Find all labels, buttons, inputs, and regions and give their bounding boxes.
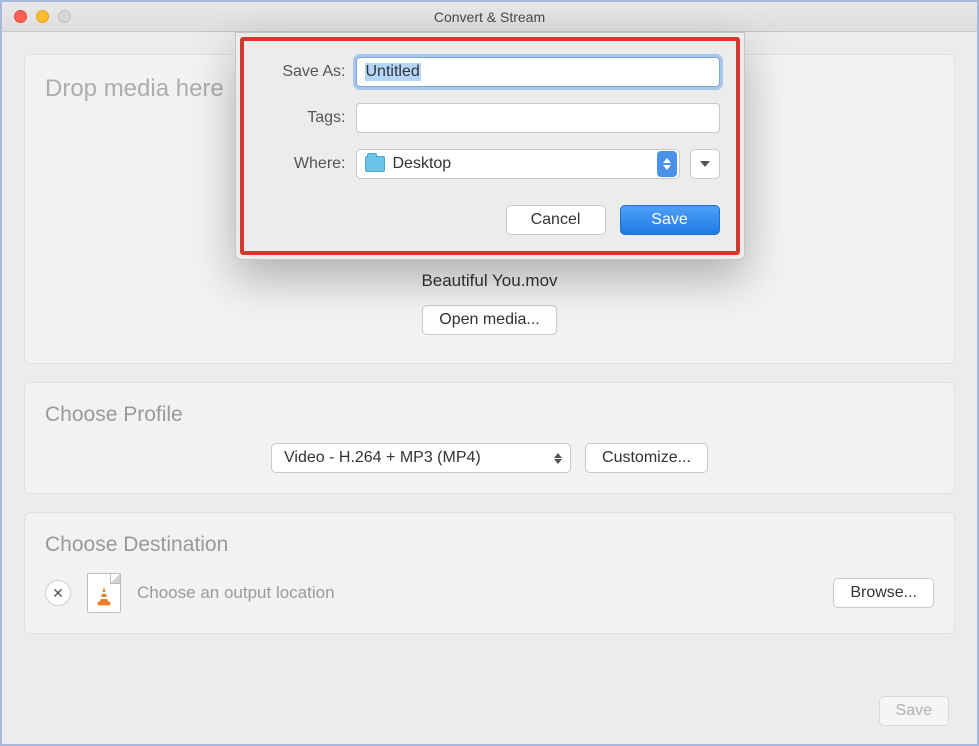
profile-select-value: Video - H.264 + MP3 (MP4) <box>284 449 481 467</box>
window-footer: Save <box>2 686 977 744</box>
window-title: Convert & Stream <box>434 9 545 25</box>
choose-profile-title: Choose Profile <box>45 403 934 427</box>
where-select[interactable]: Desktop <box>356 149 680 179</box>
sheet-footer: Cancel Save <box>260 205 720 235</box>
folder-icon <box>365 156 385 172</box>
choose-destination-title: Choose Destination <box>45 533 934 557</box>
clear-destination-button[interactable]: ✕ <box>45 580 71 606</box>
save-as-input[interactable]: Untitled <box>356 57 720 87</box>
destination-row: ✕ Choose an output location Browse... <box>45 573 934 613</box>
profile-select-wrap: Video - H.264 + MP3 (MP4) <box>271 443 571 473</box>
save-button: Save <box>879 696 949 726</box>
expand-save-dialog-button[interactable] <box>690 149 720 179</box>
open-media-button[interactable]: Open media... <box>422 305 557 335</box>
save-sheet-dialog: Save As: Untitled Tags: Where: Desktop <box>235 32 745 260</box>
customize-button[interactable]: Customize... <box>585 443 708 473</box>
profile-row: Video - H.264 + MP3 (MP4) Customize... <box>45 443 934 473</box>
tags-row: Tags: <box>260 103 720 133</box>
tags-label: Tags: <box>260 109 346 127</box>
where-value: Desktop <box>393 155 649 173</box>
stepper-arrows-icon <box>657 151 677 177</box>
minimize-window-button[interactable] <box>36 10 49 23</box>
save-as-value: Untitled <box>365 63 421 81</box>
where-row: Where: Desktop <box>260 149 720 179</box>
cancel-button[interactable]: Cancel <box>506 205 606 235</box>
titlebar: Convert & Stream <box>2 2 977 32</box>
tags-input[interactable] <box>356 103 720 133</box>
save-sheet-overlay: Save As: Untitled Tags: Where: Desktop <box>2 32 977 260</box>
traffic-lights <box>14 10 71 23</box>
profile-select[interactable]: Video - H.264 + MP3 (MP4) <box>271 443 571 473</box>
choose-profile-panel: Choose Profile Video - H.264 + MP3 (MP4)… <box>24 382 955 494</box>
vlc-file-icon <box>87 573 121 613</box>
save-as-label: Save As: <box>260 63 346 81</box>
browse-button[interactable]: Browse... <box>833 578 934 608</box>
close-window-button[interactable] <box>14 10 27 23</box>
destination-placeholder: Choose an output location <box>137 583 335 603</box>
convert-stream-window: Convert & Stream Drop media here Beautif… <box>2 2 977 744</box>
media-filename: Beautiful You.mov <box>421 271 557 291</box>
choose-destination-panel: Choose Destination ✕ Choose an output lo… <box>24 512 955 634</box>
sheet-save-button[interactable]: Save <box>620 205 720 235</box>
save-as-row: Save As: Untitled <box>260 57 720 87</box>
chevron-down-icon <box>700 161 710 167</box>
where-label: Where: <box>260 155 346 173</box>
maximize-window-button[interactable] <box>58 10 71 23</box>
